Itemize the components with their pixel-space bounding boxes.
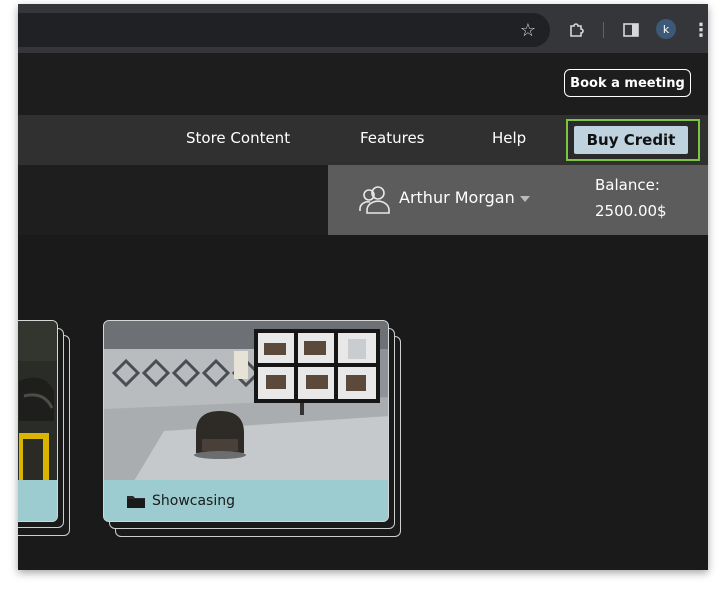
star-icon[interactable]: ☆ xyxy=(516,18,540,42)
chevron-down-icon xyxy=(519,195,530,202)
book-meeting-button[interactable]: Book a meeting xyxy=(564,69,691,97)
puzzle-icon-shape xyxy=(570,23,584,37)
profile-avatar[interactable]: k xyxy=(656,19,676,39)
toolbar-separator xyxy=(603,22,604,38)
card-footer xyxy=(18,480,57,521)
nav-store-content[interactable]: Store Content xyxy=(186,129,290,147)
address-bar[interactable] xyxy=(18,13,550,47)
balance-label: Balance: xyxy=(595,176,660,194)
profile-initial: k xyxy=(662,22,670,36)
nav-features[interactable]: Features xyxy=(360,129,425,147)
kebab-menu-icon[interactable]: ⋮ xyxy=(692,18,708,42)
folder-icon xyxy=(127,495,145,508)
user-name: Arthur Morgan xyxy=(399,188,515,207)
buy-credit-button[interactable]: Buy Credit xyxy=(574,126,688,154)
user-menu[interactable]: Arthur Morgan xyxy=(399,188,530,207)
browser-toolbar: ☆ k ⋮ xyxy=(18,4,708,53)
showcasing-card[interactable]: Showcasing xyxy=(103,320,389,522)
users-icon xyxy=(359,186,390,214)
buy-credit-highlight: Buy Credit xyxy=(566,119,700,161)
card-label: Showcasing xyxy=(152,492,235,509)
showroom-thumbnail xyxy=(104,321,388,481)
content-card[interactable] xyxy=(18,320,58,522)
card-footer: Showcasing xyxy=(104,480,388,521)
side-panel-icon-shape xyxy=(623,23,639,37)
browser-window: ☆ k ⋮ Book a meeting Store Content Featu… xyxy=(18,4,708,570)
card-thumbnail xyxy=(18,321,57,481)
nav-help[interactable]: Help xyxy=(492,129,526,147)
side-panel-icon[interactable] xyxy=(620,19,642,41)
balance-value: 2500.00$ xyxy=(595,202,667,220)
puzzle-icon[interactable] xyxy=(565,18,589,42)
